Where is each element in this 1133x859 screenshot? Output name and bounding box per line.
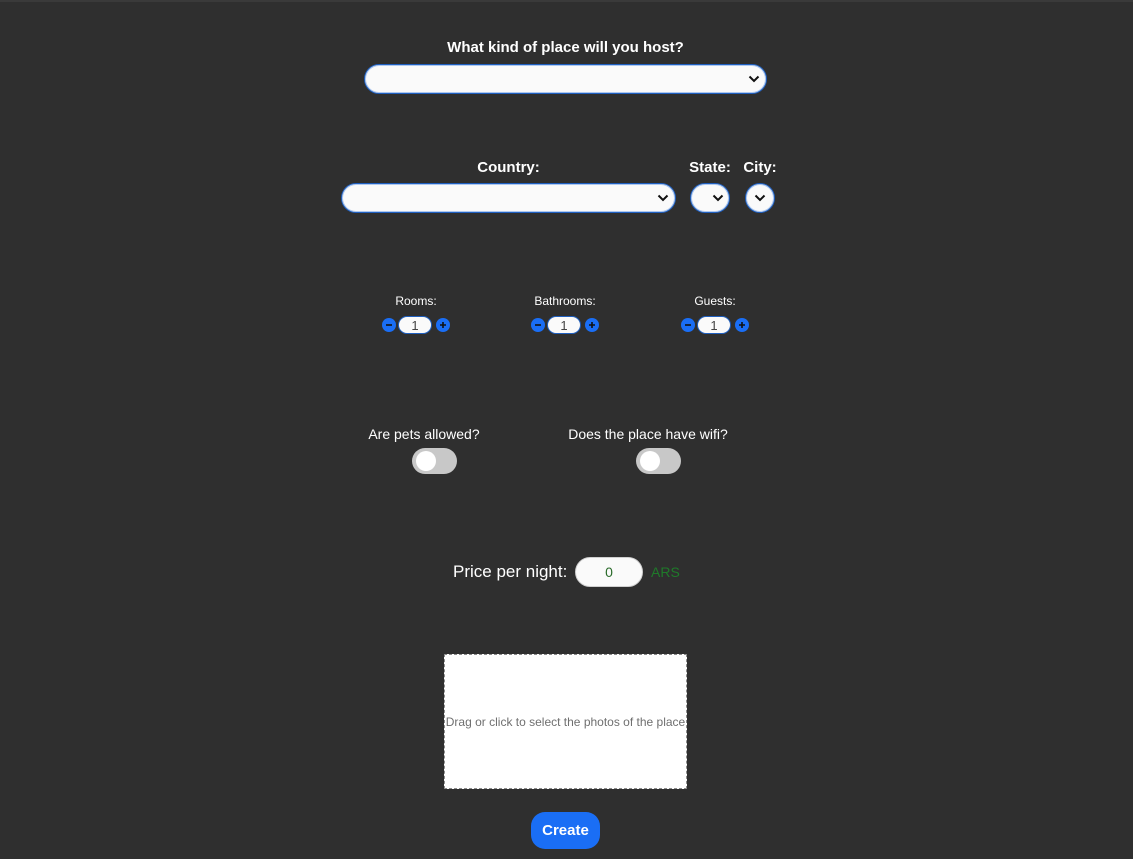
rooms-label: Rooms: — [395, 294, 437, 308]
pets-toggle[interactable] — [412, 448, 457, 474]
state-label: State: — [689, 159, 731, 176]
chevron-down-icon — [754, 194, 766, 202]
rooms-decrement-button[interactable] — [382, 318, 396, 332]
rooms-input[interactable]: 1 — [398, 316, 432, 334]
city-label: City: — [743, 159, 777, 176]
wifi-label: Does the place have wifi? — [568, 426, 728, 442]
wifi-toggle-knob — [640, 451, 660, 471]
state-select[interactable] — [690, 183, 730, 213]
plus-icon — [739, 322, 745, 328]
pets-label: Are pets allowed? — [368, 426, 480, 442]
place-type-select[interactable] — [364, 64, 767, 94]
bathrooms-counter: 1 — [530, 316, 600, 336]
city-select[interactable] — [745, 183, 775, 213]
chevron-down-icon — [657, 194, 669, 202]
create-button[interactable]: Create — [531, 812, 600, 849]
pets-toggle-knob — [416, 451, 436, 471]
rooms-counter: 1 — [381, 316, 451, 336]
place-type-label: What kind of place will you host? — [447, 39, 684, 56]
bathrooms-label: Bathrooms: — [534, 294, 596, 308]
plus-icon — [589, 322, 595, 328]
guests-increment-button[interactable] — [735, 318, 749, 332]
dropzone-text: Drag or click to select the photos of th… — [445, 714, 686, 729]
wifi-toggle[interactable] — [636, 448, 681, 474]
minus-icon — [535, 324, 541, 326]
price-label: Price per night: — [453, 562, 568, 581]
currency-label: ARS — [651, 564, 680, 580]
rooms-increment-button[interactable] — [436, 318, 450, 332]
bathrooms-decrement-button[interactable] — [531, 318, 545, 332]
guests-label: Guests: — [694, 294, 736, 308]
minus-icon — [386, 324, 392, 326]
bathrooms-increment-button[interactable] — [585, 318, 599, 332]
country-label: Country: — [477, 159, 540, 176]
guests-decrement-button[interactable] — [681, 318, 695, 332]
plus-icon — [440, 322, 446, 328]
price-input[interactable]: 0 — [575, 557, 643, 587]
chevron-down-icon — [748, 75, 760, 83]
photo-dropzone[interactable]: Drag or click to select the photos of th… — [444, 654, 687, 789]
bathrooms-input[interactable]: 1 — [547, 316, 581, 334]
guests-input[interactable]: 1 — [697, 316, 731, 334]
top-divider — [0, 0, 1133, 2]
minus-icon — [685, 324, 691, 326]
country-select[interactable] — [341, 183, 676, 213]
chevron-down-icon — [712, 194, 724, 202]
guests-counter: 1 — [680, 316, 750, 336]
